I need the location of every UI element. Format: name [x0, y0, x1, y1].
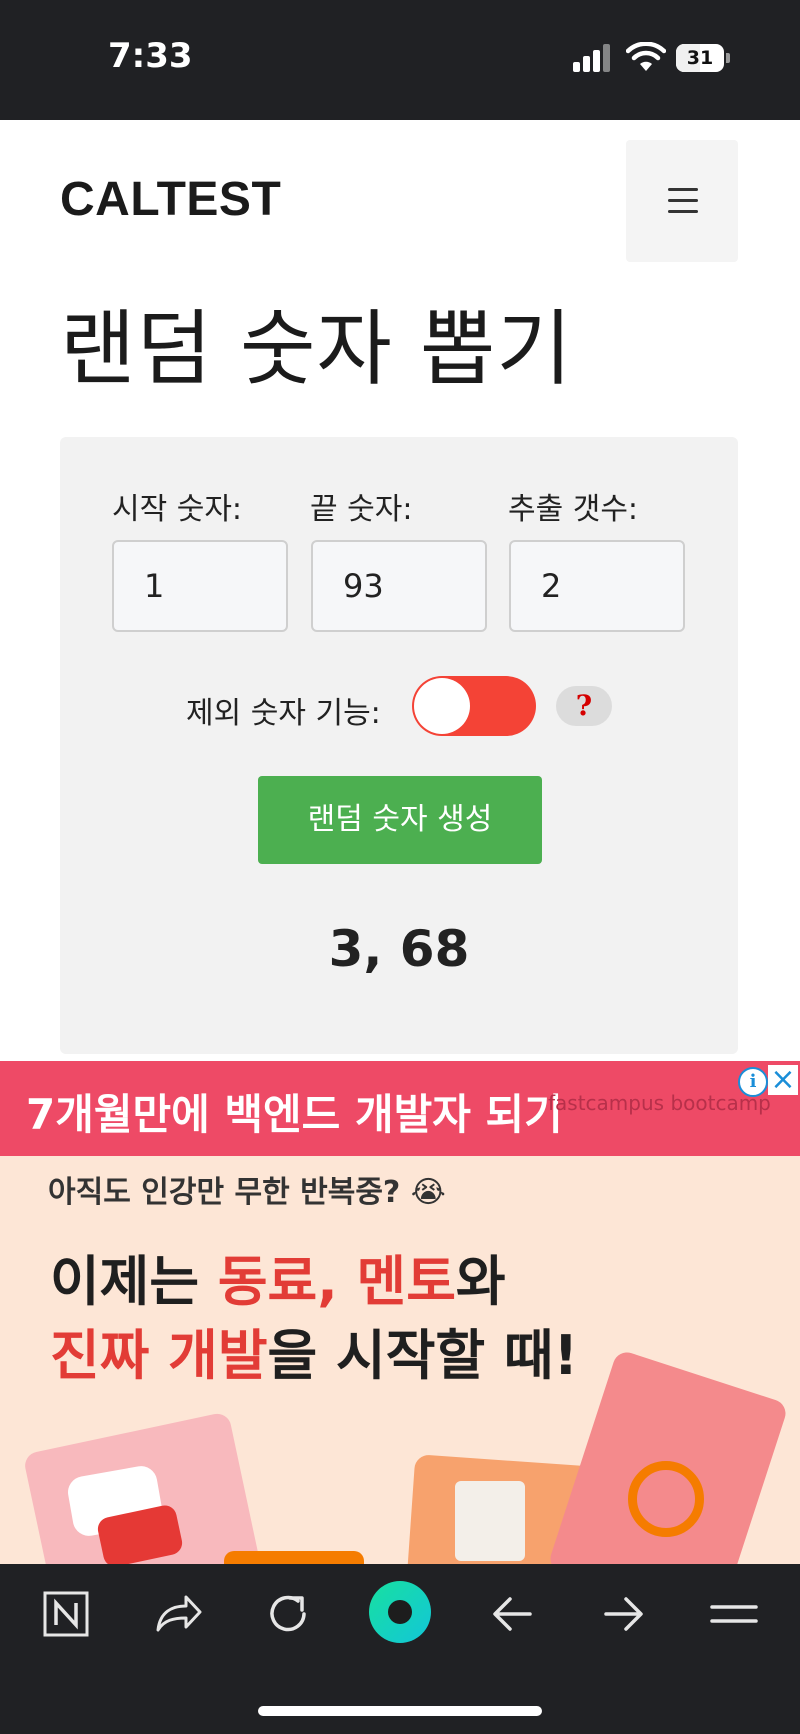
battery-level: 31: [686, 47, 714, 69]
wifi-icon: [626, 42, 666, 71]
naver-logo-icon[interactable]: [36, 1584, 96, 1644]
ad-line-2-part: 을 시작할 때!: [267, 1324, 579, 1387]
magnifier-icon: [628, 1461, 704, 1537]
ad-header: 7개월만에 백엔드 개발자 되기 fastcampus bootcamp: [0, 1061, 800, 1156]
menu-icon[interactable]: [704, 1584, 764, 1644]
ad-headline: 7개월만에 백엔드 개발자 되기: [26, 1090, 563, 1139]
ad-document-card: [455, 1481, 525, 1561]
ad-brand: fastcampus bootcamp: [548, 1091, 771, 1115]
ad-line-1: 이제는 동료, 멘토와: [50, 1237, 506, 1316]
ad-info-icon[interactable]: i: [738, 1067, 768, 1097]
status-bar: 7:33 31: [0, 0, 800, 120]
site-logo[interactable]: CALTEST: [60, 172, 281, 227]
battery-icon: 31: [676, 44, 730, 72]
help-button[interactable]: ?: [556, 686, 612, 726]
ad-subtext: 아직도 인강만 무한 반복중? 😭: [48, 1175, 446, 1210]
hamburger-menu-bar: [668, 210, 698, 213]
ad-orange-bar: [224, 1551, 364, 1564]
ad-close-icon[interactable]: ×: [768, 1065, 798, 1095]
ad-line-1-part: 이제는: [50, 1250, 218, 1313]
start-number-input[interactable]: 1: [112, 540, 288, 632]
end-number-input[interactable]: 93: [311, 540, 487, 632]
status-time: 7:33: [108, 36, 193, 76]
ad-line-2-highlight: 진짜 개발: [50, 1324, 268, 1387]
home-circle-icon[interactable]: [366, 1578, 434, 1646]
result-numbers: 3, 68: [328, 920, 470, 978]
page-title: 랜덤 숫자 뽑기: [60, 302, 573, 397]
ad-line-1-part: 와: [455, 1250, 506, 1313]
ad-banner[interactable]: 7개월만에 백엔드 개발자 되기 fastcampus bootcamp i ×…: [0, 1061, 800, 1564]
toggle-knob: [414, 678, 470, 734]
back-arrow-icon[interactable]: [482, 1584, 542, 1644]
start-number-label: 시작 숫자:: [112, 492, 243, 527]
end-number-label: 끝 숫자:: [310, 492, 413, 527]
hamburger-menu-icon: [668, 188, 698, 191]
cellular-signal-icon: [573, 42, 613, 72]
generate-button[interactable]: 랜덤 숫자 생성: [258, 776, 542, 864]
home-indicator[interactable]: [258, 1706, 542, 1716]
count-input[interactable]: 2: [509, 540, 685, 632]
forward-arrow-icon[interactable]: [594, 1584, 654, 1644]
share-icon[interactable]: [146, 1584, 206, 1644]
ad-line-1-highlight: 동료, 멘토: [217, 1250, 456, 1313]
ad-line-2: 진짜 개발을 시작할 때!: [50, 1311, 578, 1390]
menu-button[interactable]: [626, 140, 738, 262]
exclude-toggle[interactable]: [412, 676, 536, 736]
reload-icon[interactable]: [258, 1584, 318, 1644]
count-label: 추출 갯수:: [508, 492, 639, 527]
exclude-feature-label: 제외 숫자 기능:: [186, 696, 381, 731]
hamburger-menu-bar: [668, 199, 698, 202]
